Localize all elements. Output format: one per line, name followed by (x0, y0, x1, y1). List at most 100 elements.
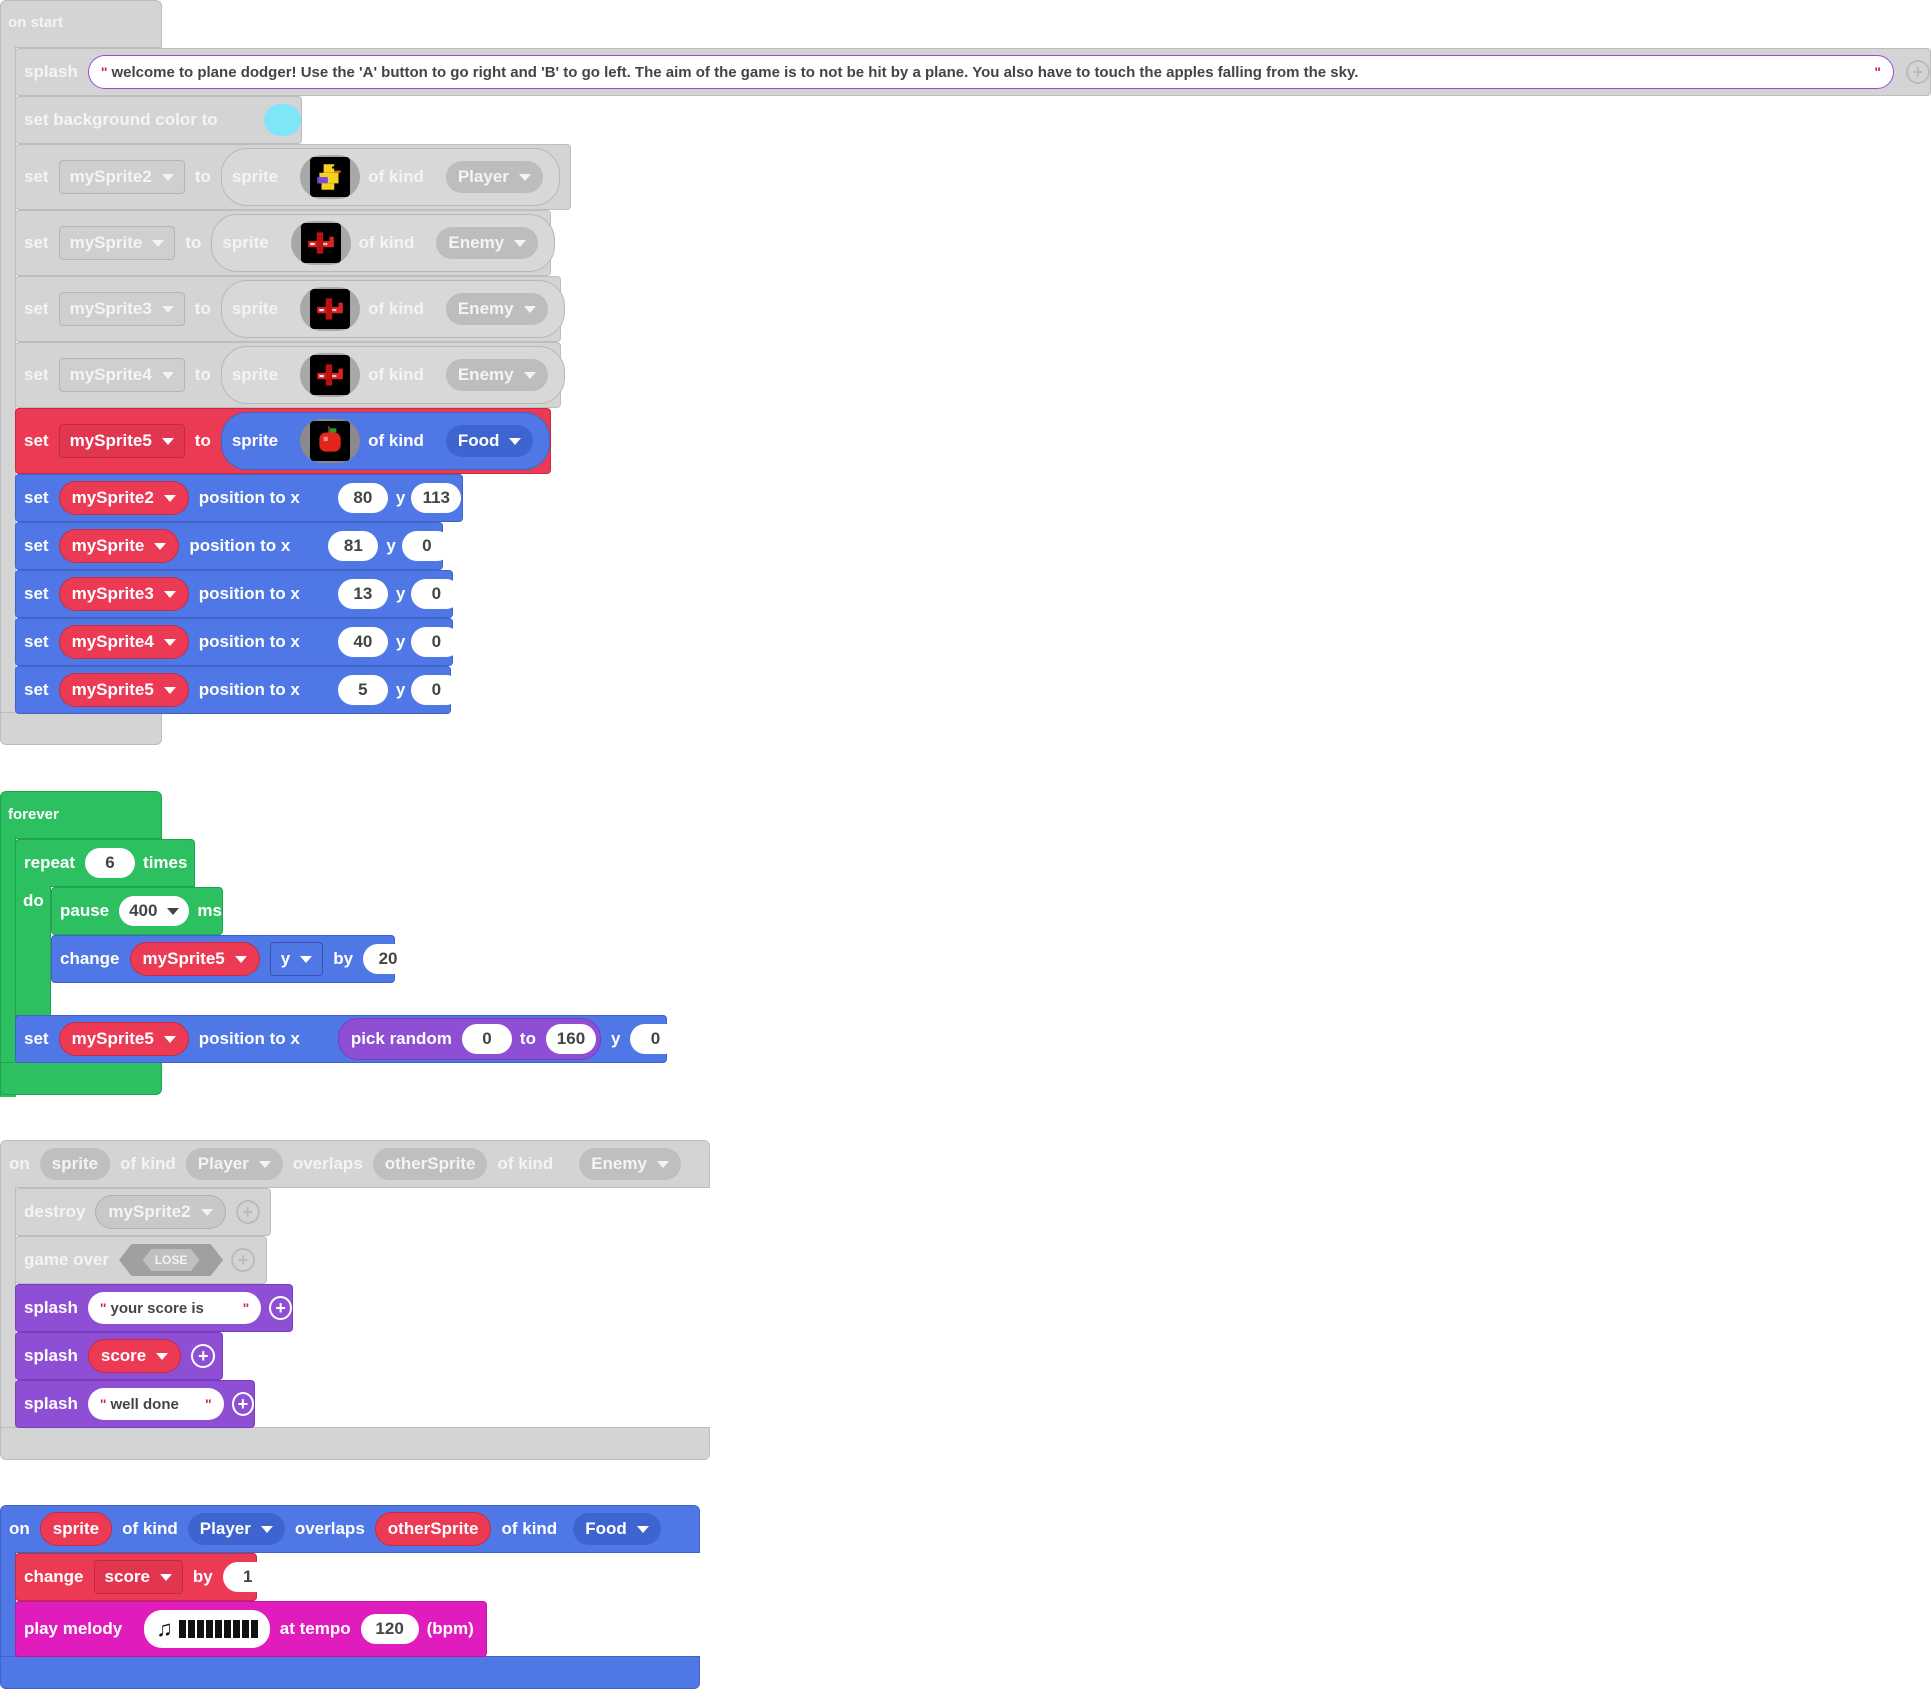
axis-dropdown[interactable]: y (269, 942, 324, 976)
kind1-value: Player (199, 1519, 251, 1538)
score-var-dropdown[interactable]: score (93, 1560, 183, 1594)
pause-block[interactable]: pause 400 ms (51, 887, 223, 935)
splash3-field[interactable]: " well done " (87, 1388, 224, 1420)
x-value-field[interactable]: 81 (328, 531, 379, 561)
y-value-field[interactable]: 0 (411, 579, 462, 609)
change-score-block[interactable]: change score by 1 (15, 1553, 273, 1601)
set-sprite-block[interactable]: set mySprite to sprite of kind Enemy (15, 210, 556, 276)
sprite-var-dropdown[interactable]: mySprite2 (58, 481, 189, 515)
change-sprite-block[interactable]: change mySprite5 y by 20 (51, 935, 414, 983)
pause-value-dropdown[interactable]: 400 (119, 896, 190, 926)
create-sprite-reporter[interactable]: sprite of kind Enemy (220, 280, 565, 338)
sprite-image-picker[interactable] (300, 419, 361, 463)
set-sprite-block[interactable]: set mySprite4 to sprite of kind Enemy (15, 342, 565, 408)
kind1-dropdown[interactable]: Player (185, 1148, 283, 1180)
create-sprite-reporter[interactable]: sprite of kind Enemy (220, 346, 565, 404)
score-var-dropdown[interactable]: score (87, 1339, 182, 1373)
set-position-block[interactable]: set mySprite position to x 81 y 0 (15, 522, 452, 570)
y-value-field[interactable]: 113 (411, 483, 462, 513)
sprite-var-dropdown[interactable]: mySprite5 (58, 424, 185, 458)
kind-dropdown[interactable]: Enemy (436, 227, 539, 259)
sprite-param[interactable]: sprite (39, 1148, 111, 1180)
other-sprite-param[interactable]: otherSprite (372, 1148, 488, 1180)
sprite-var-dropdown[interactable]: mySprite4 (58, 625, 189, 659)
chevron-down-icon (154, 542, 167, 550)
x-value-field[interactable]: 40 (337, 627, 388, 657)
splash-well-done-block[interactable]: splash " well done " + (15, 1380, 255, 1428)
kind-dropdown[interactable]: Enemy (445, 293, 548, 325)
sprite-var-dropdown[interactable]: mySprite (58, 529, 180, 563)
add-argument-icon[interactable]: + (231, 1392, 254, 1416)
set-position-block[interactable]: set mySprite3 position to x 13 y 0 (15, 570, 462, 618)
repeat-count-field[interactable]: 6 (85, 848, 136, 878)
set-var-dropdown[interactable]: mySprite5 (58, 1022, 189, 1056)
tempo-field[interactable]: 120 (360, 1614, 419, 1644)
change-var-dropdown[interactable]: mySprite5 (129, 942, 260, 976)
other-sprite-param[interactable]: otherSprite (374, 1512, 492, 1546)
sprite-var-dropdown[interactable]: mySprite4 (58, 358, 185, 392)
destroy-block[interactable]: destroy mySprite2 + (15, 1188, 271, 1236)
add-argument-icon[interactable]: + (191, 1344, 216, 1368)
set-position-block[interactable]: set mySprite2 position to x 80 y 113 (15, 474, 463, 522)
melody-editor[interactable]: ♫ (144, 1610, 270, 1648)
set-sprite-block[interactable]: set mySprite5 to sprite of kind Food (15, 408, 551, 474)
to-label: to (194, 365, 211, 384)
color-swatch[interactable] (263, 104, 301, 136)
set-position-block[interactable]: set mySprite5 position to x 5 y 0 (15, 666, 462, 714)
set-position-random-block[interactable]: set mySprite5 position to x pick random … (15, 1015, 681, 1063)
kind1-dropdown[interactable]: Player (187, 1513, 285, 1545)
splash-text-field[interactable]: " welcome to plane dodger! Use the 'A' b… (87, 55, 1894, 89)
sprite-var-dropdown[interactable]: mySprite3 (58, 577, 189, 611)
pick-random-block[interactable]: pick random 0 to 160 (337, 1018, 601, 1060)
destroy-var-dropdown[interactable]: mySprite2 (95, 1195, 226, 1229)
add-argument-icon[interactable]: + (231, 1248, 256, 1272)
create-sprite-reporter[interactable]: sprite of kind Enemy (211, 214, 556, 272)
sprite-image-picker[interactable] (300, 353, 361, 397)
sprite-image-picker[interactable] (300, 287, 361, 331)
create-sprite-reporter[interactable]: sprite of kind Food (220, 412, 551, 470)
sprite-var-dropdown[interactable]: mySprite3 (58, 292, 185, 326)
sprite-param[interactable]: sprite (39, 1512, 113, 1546)
kind-dropdown[interactable]: Food (445, 425, 534, 457)
change-value-field[interactable]: 20 (363, 944, 414, 974)
kind2-dropdown[interactable]: Enemy (579, 1148, 681, 1180)
repeat-block[interactable]: repeat 6 times (15, 839, 195, 887)
set-position-block[interactable]: set mySprite4 position to x 40 y 0 (15, 618, 462, 666)
random-from-field[interactable]: 0 (461, 1024, 512, 1054)
kind2-dropdown[interactable]: Food (573, 1513, 661, 1545)
y-value-field[interactable]: 0 (401, 531, 452, 561)
sprite-var-dropdown[interactable]: mySprite (58, 226, 176, 260)
set-background-color-block[interactable]: set background color to (15, 96, 302, 144)
y-value-field[interactable]: 0 (411, 627, 462, 657)
change-value-field[interactable]: 1 (222, 1562, 273, 1592)
sprite-var-dropdown[interactable]: mySprite2 (58, 160, 185, 194)
splash-block[interactable]: splash " welcome to plane dodger! Use th… (15, 48, 1931, 96)
kind-dropdown[interactable]: Enemy (445, 359, 548, 391)
set-sprite-block[interactable]: set mySprite3 to sprite of kind Enemy (15, 276, 565, 342)
sprite-image-picker[interactable] (300, 155, 361, 199)
game-over-block[interactable]: game over LOSE + (15, 1236, 267, 1284)
x-value-field[interactable]: 80 (337, 483, 388, 513)
add-argument-icon[interactable]: + (235, 1200, 260, 1224)
overlap-enemy-hat[interactable]: on sprite of kind Player overlaps otherS… (0, 1140, 710, 1188)
lose-value: LOSE (142, 1249, 200, 1271)
splash-score-var-block[interactable]: splash score + (15, 1332, 223, 1380)
sprite-var: mySprite2 (69, 167, 152, 186)
random-to-field[interactable]: 160 (545, 1024, 596, 1054)
y-value-field[interactable]: 0 (411, 675, 462, 705)
set-sprite-block[interactable]: set mySprite2 to sprite of kind Player (15, 144, 571, 210)
add-argument-icon[interactable]: + (1906, 60, 1930, 84)
lose-toggle[interactable]: LOSE (119, 1244, 224, 1276)
create-sprite-reporter[interactable]: sprite of kind Player (220, 148, 560, 206)
splash1-field[interactable]: " your score is " (87, 1292, 262, 1324)
play-melody-block[interactable]: play melody ♫ at tempo 120 (bpm) (15, 1601, 487, 1657)
add-argument-icon[interactable]: + (269, 1296, 292, 1320)
sprite-image-picker[interactable] (290, 221, 351, 265)
x-value-field[interactable]: 5 (337, 675, 388, 705)
x-value-field[interactable]: 13 (337, 579, 388, 609)
splash-score-text-block[interactable]: splash " your score is " + (15, 1284, 293, 1332)
sprite-var-dropdown[interactable]: mySprite5 (58, 673, 189, 707)
overlap-food-hat[interactable]: on sprite of kind Player overlaps otherS… (0, 1505, 700, 1553)
y-value-field[interactable]: 0 (630, 1024, 681, 1054)
kind-dropdown[interactable]: Player (445, 161, 543, 193)
